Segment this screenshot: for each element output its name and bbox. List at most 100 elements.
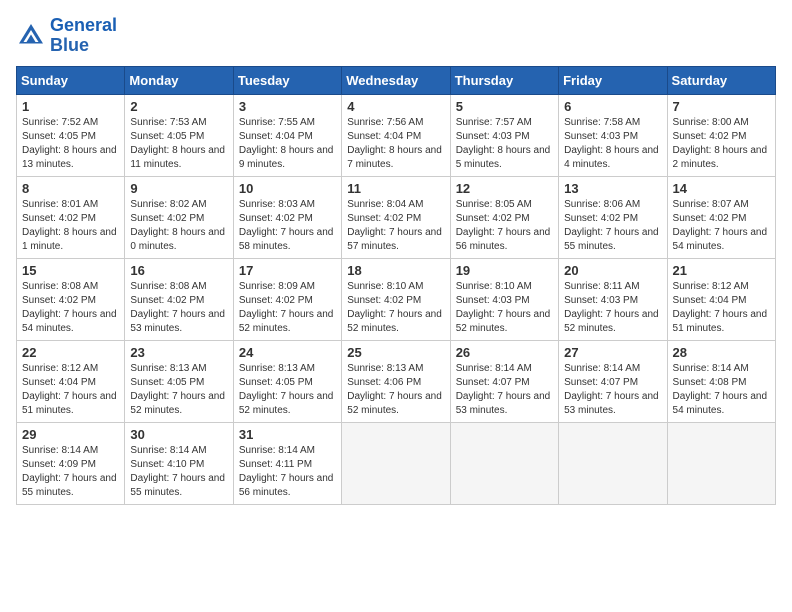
day-number: 4 [347,99,444,114]
day-info: Sunrise: 8:11 AM Sunset: 4:03 PM Dayligh… [564,280,661,336]
logo-text: General Blue [50,16,117,56]
day-info: Sunrise: 7:57 AM Sunset: 4:03 PM Dayligh… [456,116,553,172]
calendar-cell: 19 Sunrise: 8:10 AM Sunset: 4:03 PM Dayl… [450,258,558,340]
calendar-week-row: 22 Sunrise: 8:12 AM Sunset: 4:04 PM Dayl… [17,340,776,422]
calendar-table: SundayMondayTuesdayWednesdayThursdayFrid… [16,66,776,505]
calendar-cell: 8 Sunrise: 8:01 AM Sunset: 4:02 PM Dayli… [17,176,125,258]
day-number: 29 [22,427,119,442]
calendar-cell: 2 Sunrise: 7:53 AM Sunset: 4:05 PM Dayli… [125,94,233,176]
day-number: 11 [347,181,444,196]
weekday-header: Wednesday [342,66,450,94]
calendar-cell: 1 Sunrise: 7:52 AM Sunset: 4:05 PM Dayli… [17,94,125,176]
day-info: Sunrise: 8:07 AM Sunset: 4:02 PM Dayligh… [673,198,770,254]
day-info: Sunrise: 8:12 AM Sunset: 4:04 PM Dayligh… [22,362,119,418]
day-info: Sunrise: 8:06 AM Sunset: 4:02 PM Dayligh… [564,198,661,254]
day-number: 14 [673,181,770,196]
day-number: 19 [456,263,553,278]
calendar-cell [342,422,450,504]
day-number: 17 [239,263,336,278]
calendar-header-row: SundayMondayTuesdayWednesdayThursdayFrid… [17,66,776,94]
calendar-cell [559,422,667,504]
weekday-header: Tuesday [233,66,341,94]
day-info: Sunrise: 7:52 AM Sunset: 4:05 PM Dayligh… [22,116,119,172]
logo: General Blue [16,16,117,56]
day-number: 8 [22,181,119,196]
weekday-header: Thursday [450,66,558,94]
calendar-cell: 17 Sunrise: 8:09 AM Sunset: 4:02 PM Dayl… [233,258,341,340]
day-number: 25 [347,345,444,360]
weekday-header: Monday [125,66,233,94]
calendar-cell: 22 Sunrise: 8:12 AM Sunset: 4:04 PM Dayl… [17,340,125,422]
day-number: 10 [239,181,336,196]
calendar-cell: 24 Sunrise: 8:13 AM Sunset: 4:05 PM Dayl… [233,340,341,422]
calendar-cell: 11 Sunrise: 8:04 AM Sunset: 4:02 PM Dayl… [342,176,450,258]
day-number: 28 [673,345,770,360]
day-info: Sunrise: 8:14 AM Sunset: 4:10 PM Dayligh… [130,444,227,500]
calendar-cell: 4 Sunrise: 7:56 AM Sunset: 4:04 PM Dayli… [342,94,450,176]
calendar-cell: 18 Sunrise: 8:10 AM Sunset: 4:02 PM Dayl… [342,258,450,340]
calendar-cell: 30 Sunrise: 8:14 AM Sunset: 4:10 PM Dayl… [125,422,233,504]
day-number: 15 [22,263,119,278]
calendar-cell: 9 Sunrise: 8:02 AM Sunset: 4:02 PM Dayli… [125,176,233,258]
day-info: Sunrise: 8:09 AM Sunset: 4:02 PM Dayligh… [239,280,336,336]
calendar-cell: 21 Sunrise: 8:12 AM Sunset: 4:04 PM Dayl… [667,258,775,340]
day-number: 18 [347,263,444,278]
day-number: 27 [564,345,661,360]
day-info: Sunrise: 8:14 AM Sunset: 4:11 PM Dayligh… [239,444,336,500]
day-info: Sunrise: 8:04 AM Sunset: 4:02 PM Dayligh… [347,198,444,254]
day-number: 12 [456,181,553,196]
day-info: Sunrise: 8:12 AM Sunset: 4:04 PM Dayligh… [673,280,770,336]
calendar-cell: 25 Sunrise: 8:13 AM Sunset: 4:06 PM Dayl… [342,340,450,422]
day-info: Sunrise: 8:14 AM Sunset: 4:07 PM Dayligh… [564,362,661,418]
day-info: Sunrise: 8:14 AM Sunset: 4:09 PM Dayligh… [22,444,119,500]
day-info: Sunrise: 7:58 AM Sunset: 4:03 PM Dayligh… [564,116,661,172]
day-info: Sunrise: 8:08 AM Sunset: 4:02 PM Dayligh… [130,280,227,336]
day-info: Sunrise: 8:02 AM Sunset: 4:02 PM Dayligh… [130,198,227,254]
calendar-cell [667,422,775,504]
logo-icon [16,21,46,51]
calendar-cell: 7 Sunrise: 8:00 AM Sunset: 4:02 PM Dayli… [667,94,775,176]
calendar-cell: 16 Sunrise: 8:08 AM Sunset: 4:02 PM Dayl… [125,258,233,340]
day-info: Sunrise: 8:13 AM Sunset: 4:06 PM Dayligh… [347,362,444,418]
calendar-cell: 29 Sunrise: 8:14 AM Sunset: 4:09 PM Dayl… [17,422,125,504]
day-number: 9 [130,181,227,196]
calendar-week-row: 15 Sunrise: 8:08 AM Sunset: 4:02 PM Dayl… [17,258,776,340]
calendar-cell: 14 Sunrise: 8:07 AM Sunset: 4:02 PM Dayl… [667,176,775,258]
day-number: 6 [564,99,661,114]
calendar-cell: 5 Sunrise: 7:57 AM Sunset: 4:03 PM Dayli… [450,94,558,176]
calendar-cell: 26 Sunrise: 8:14 AM Sunset: 4:07 PM Dayl… [450,340,558,422]
calendar-week-row: 29 Sunrise: 8:14 AM Sunset: 4:09 PM Dayl… [17,422,776,504]
calendar-cell: 28 Sunrise: 8:14 AM Sunset: 4:08 PM Dayl… [667,340,775,422]
day-info: Sunrise: 8:01 AM Sunset: 4:02 PM Dayligh… [22,198,119,254]
day-info: Sunrise: 8:10 AM Sunset: 4:02 PM Dayligh… [347,280,444,336]
day-info: Sunrise: 8:10 AM Sunset: 4:03 PM Dayligh… [456,280,553,336]
day-number: 24 [239,345,336,360]
calendar-cell: 3 Sunrise: 7:55 AM Sunset: 4:04 PM Dayli… [233,94,341,176]
day-info: Sunrise: 8:14 AM Sunset: 4:07 PM Dayligh… [456,362,553,418]
day-info: Sunrise: 8:13 AM Sunset: 4:05 PM Dayligh… [239,362,336,418]
calendar-cell: 10 Sunrise: 8:03 AM Sunset: 4:02 PM Dayl… [233,176,341,258]
day-info: Sunrise: 8:03 AM Sunset: 4:02 PM Dayligh… [239,198,336,254]
day-info: Sunrise: 8:08 AM Sunset: 4:02 PM Dayligh… [22,280,119,336]
day-number: 20 [564,263,661,278]
weekday-header: Saturday [667,66,775,94]
calendar-cell: 27 Sunrise: 8:14 AM Sunset: 4:07 PM Dayl… [559,340,667,422]
day-info: Sunrise: 7:53 AM Sunset: 4:05 PM Dayligh… [130,116,227,172]
day-number: 2 [130,99,227,114]
weekday-header: Sunday [17,66,125,94]
page-header: General Blue [16,16,776,56]
calendar-week-row: 1 Sunrise: 7:52 AM Sunset: 4:05 PM Dayli… [17,94,776,176]
day-info: Sunrise: 8:05 AM Sunset: 4:02 PM Dayligh… [456,198,553,254]
calendar-cell: 15 Sunrise: 8:08 AM Sunset: 4:02 PM Dayl… [17,258,125,340]
day-info: Sunrise: 7:55 AM Sunset: 4:04 PM Dayligh… [239,116,336,172]
calendar-cell: 20 Sunrise: 8:11 AM Sunset: 4:03 PM Dayl… [559,258,667,340]
day-number: 23 [130,345,227,360]
day-number: 3 [239,99,336,114]
day-info: Sunrise: 8:14 AM Sunset: 4:08 PM Dayligh… [673,362,770,418]
day-number: 26 [456,345,553,360]
day-number: 31 [239,427,336,442]
day-number: 5 [456,99,553,114]
day-info: Sunrise: 7:56 AM Sunset: 4:04 PM Dayligh… [347,116,444,172]
day-number: 21 [673,263,770,278]
day-number: 7 [673,99,770,114]
